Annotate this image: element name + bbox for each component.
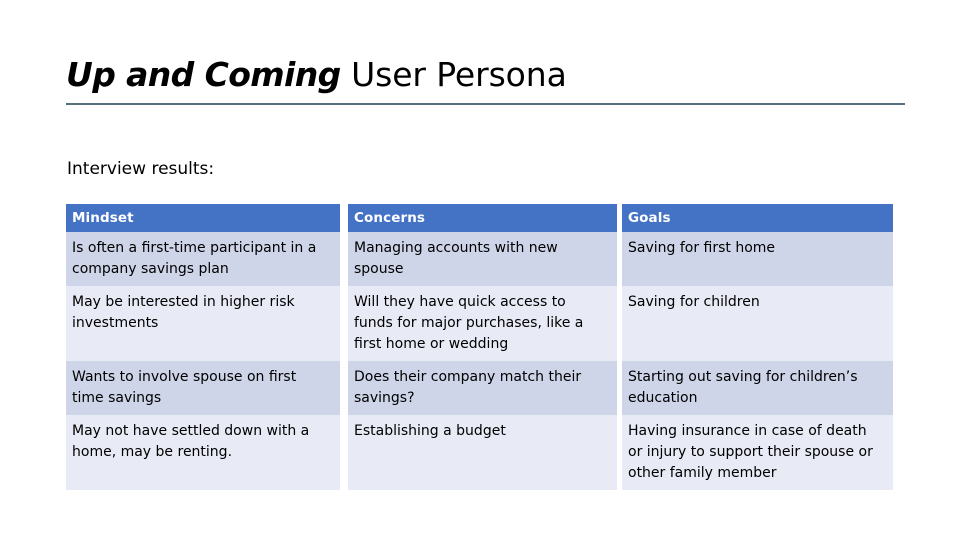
title-divider bbox=[66, 103, 905, 105]
slide-title-rest: User Persona bbox=[340, 55, 567, 94]
cell-goals: Having insurance in case of death or inj… bbox=[622, 415, 893, 490]
cell-concerns: Does their company match their savings? bbox=[348, 361, 617, 415]
cell-goals: Saving for children bbox=[622, 286, 893, 361]
cell-gap bbox=[340, 415, 348, 490]
page-title: Up and Coming User Persona bbox=[66, 52, 906, 108]
table-row: Wants to involve spouse on first time sa… bbox=[66, 361, 893, 415]
persona-table: Mindset Concerns Goals Is often a first-… bbox=[66, 204, 893, 490]
slide-title-emphasis: Up and Coming bbox=[66, 55, 341, 94]
cell-goals: Saving for first home bbox=[622, 232, 893, 286]
cell-mindset: Wants to involve spouse on first time sa… bbox=[66, 361, 340, 415]
interview-results-label: Interview results: bbox=[67, 159, 215, 179]
cell-concerns: Will they have quick access to funds for… bbox=[348, 286, 617, 361]
cell-mindset: Is often a first-time participant in a c… bbox=[66, 232, 340, 286]
column-header-mindset: Mindset bbox=[66, 204, 340, 232]
cell-goals: Starting out saving for children’s educa… bbox=[622, 361, 893, 415]
column-header-concerns: Concerns bbox=[348, 204, 617, 232]
cell-gap bbox=[340, 361, 348, 415]
cell-mindset: May be interested in higher risk investm… bbox=[66, 286, 340, 361]
cell-gap bbox=[340, 286, 348, 361]
cell-concerns: Establishing a budget bbox=[348, 415, 617, 490]
column-header-goals: Goals bbox=[622, 204, 893, 232]
column-gap-1 bbox=[340, 204, 348, 232]
table-row: Is often a first-time participant in a c… bbox=[66, 232, 893, 286]
cell-gap bbox=[340, 232, 348, 286]
slide-canvas: Up and Coming User Persona Interview res… bbox=[0, 0, 960, 540]
cell-concerns: Managing accounts with new spouse bbox=[348, 232, 617, 286]
table-row: May not have settled down with a home, m… bbox=[66, 415, 893, 490]
cell-mindset: May not have settled down with a home, m… bbox=[66, 415, 340, 490]
table-header-row: Mindset Concerns Goals bbox=[66, 204, 893, 232]
persona-table-container: Mindset Concerns Goals Is often a first-… bbox=[66, 204, 893, 490]
slide-title-text: Up and Coming User Persona bbox=[66, 52, 906, 98]
table-row: May be interested in higher risk investm… bbox=[66, 286, 893, 361]
